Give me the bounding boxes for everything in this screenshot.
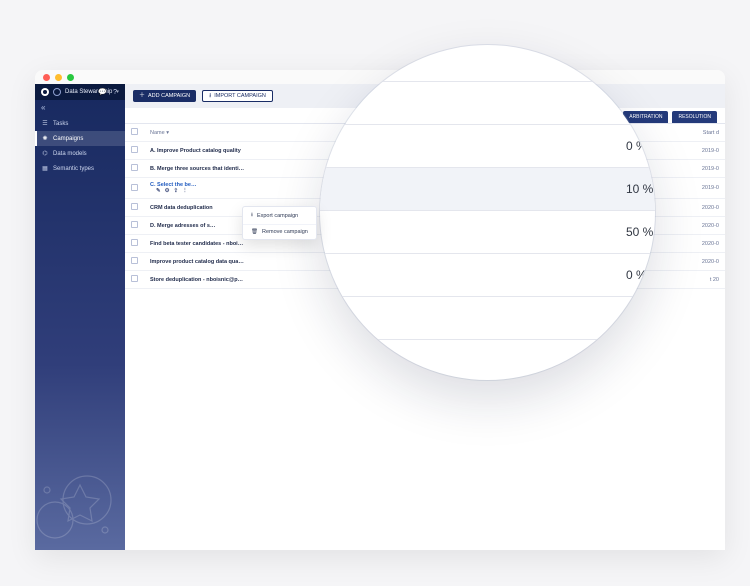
menu-remove-campaign[interactable]: 🗑 Remove campaign — [243, 224, 316, 239]
select-all-checkbox[interactable] — [131, 128, 138, 135]
row-checkbox[interactable] — [131, 203, 138, 210]
lens-table: Progress t catalog0 %endors0 %Vendors10 … — [320, 45, 655, 380]
row-date-cell: 2020-0 — [656, 217, 725, 235]
row-date-cell: 2019-0 — [656, 160, 725, 178]
plus-icon: ＋ — [139, 93, 145, 99]
lens-progress-cell: 0 % — [610, 254, 655, 297]
menu-label: Remove campaign — [262, 229, 308, 235]
lens-progress-cell: 50 % — [610, 340, 655, 381]
magnifier-lens: Progress t catalog0 %endors0 %Vendors10 … — [320, 45, 655, 380]
button-label: ADD CAMPAIGN — [148, 93, 190, 99]
sidebar-item-semantic-types[interactable]: ▦ Semantic types — [35, 161, 125, 176]
download-icon: ⭳ — [209, 93, 211, 99]
lens-row: Demo - Customers50 % — [320, 211, 655, 254]
maximize-window-icon[interactable] — [67, 74, 74, 81]
sidebar-nav: ☰ Tasks ✺ Campaigns ⌬ Data models ▦ Sema… — [35, 114, 125, 176]
tasks-icon: ☰ — [41, 120, 49, 127]
lens-row: Vendors10 % — [320, 168, 655, 211]
import-campaign-button[interactable]: ⭳ IMPORT CAMPAIGN — [202, 90, 273, 102]
row-date-cell: 2019-0 — [656, 142, 725, 160]
row-date-cell: 2020-0 — [656, 235, 725, 253]
row-date-cell: 2020-0 — [656, 253, 725, 271]
sidebar: Data Stewardship ▾ 💬 ? « ☰ Tasks ✺ Campa… — [35, 84, 125, 550]
row-checkbox[interactable] — [131, 257, 138, 264]
minimize-window-icon[interactable] — [55, 74, 62, 81]
lens-name-cell: tore — [320, 254, 610, 297]
row-date-cell: t 20 — [656, 271, 725, 289]
trash-icon: 🗑 — [251, 229, 258, 235]
data-models-icon: ⌬ — [41, 150, 49, 157]
export-icon: ⭳ — [251, 211, 253, 220]
button-label: IMPORT CAMPAIGN — [214, 93, 266, 99]
add-campaign-button[interactable]: ＋ ADD CAMPAIGN — [133, 90, 196, 102]
lens-progress-cell: 0 % — [610, 82, 655, 125]
more-icon[interactable]: ⋮ — [182, 188, 188, 194]
lens-col-progress: Progress — [610, 45, 655, 82]
row-checkbox[interactable] — [131, 164, 138, 171]
help-icon[interactable]: ? — [113, 89, 117, 96]
row-date-cell: 2020-0 — [656, 199, 725, 217]
brand-bar: Data Stewardship ▾ 💬 ? — [35, 84, 125, 100]
lens-name-cell: Vendors — [320, 168, 610, 211]
sidebar-item-label: Tasks — [53, 121, 68, 127]
sidebar-item-data-models[interactable]: ⌬ Data models — [35, 146, 125, 161]
sidebar-item-tasks[interactable]: ☰ Tasks — [35, 116, 125, 131]
lens-progress-cell: 50 % — [610, 297, 655, 340]
edit-icon[interactable]: ✎ — [156, 188, 161, 194]
row-context-menu: ⭳ Export campaign 🗑 Remove campaign — [242, 206, 317, 240]
campaigns-icon: ✺ — [41, 135, 49, 142]
lens-row: tore0 % — [320, 254, 655, 297]
row-checkbox[interactable] — [131, 146, 138, 153]
tab-resolution[interactable]: RESOLUTION — [672, 111, 717, 123]
lens-name-cell: endors — [320, 125, 610, 168]
menu-export-campaign[interactable]: ⭳ Export campaign — [243, 207, 316, 224]
lens-name-cell: o - Customers — [320, 297, 610, 340]
lens-row: endors0 % — [320, 125, 655, 168]
close-window-icon[interactable] — [43, 74, 50, 81]
lens-name-cell: t catalog — [320, 82, 610, 125]
sidebar-item-label: Semantic types — [53, 166, 94, 172]
menu-label: Export campaign — [257, 213, 298, 219]
sidebar-item-label: Campaigns — [53, 136, 83, 142]
col-start-date[interactable]: Start d — [656, 124, 725, 142]
row-checkbox[interactable] — [131, 239, 138, 246]
user-avatar-icon[interactable] — [53, 88, 61, 96]
semantic-types-icon: ▦ — [41, 165, 49, 172]
sidebar-item-campaigns[interactable]: ✺ Campaigns — [35, 131, 125, 146]
settings-icon[interactable]: ⚙ — [165, 188, 170, 194]
chat-icon[interactable]: 💬 — [98, 88, 107, 96]
sidebar-item-label: Data models — [53, 151, 87, 157]
lens-row: duct50 % — [320, 340, 655, 381]
sidebar-decoration — [35, 430, 125, 550]
lens-row: t catalog0 % — [320, 82, 655, 125]
collapse-sidebar-icon[interactable]: « — [41, 103, 45, 112]
row-checkbox[interactable] — [131, 221, 138, 228]
lens-progress-cell: 50 % — [610, 211, 655, 254]
lens-row: o - Customers50 % — [320, 297, 655, 340]
sort-icon: ▾ — [166, 130, 169, 136]
lens-progress-cell: 10 % — [610, 168, 655, 211]
lens-progress-cell: 0 % — [610, 125, 655, 168]
app-logo-icon — [41, 88, 49, 96]
lens-name-cell: duct — [320, 340, 610, 381]
row-checkbox[interactable] — [131, 184, 138, 191]
row-date-cell: 2019-0 — [656, 178, 725, 199]
export-icon[interactable]: ⇪ — [174, 188, 179, 194]
row-checkbox[interactable] — [131, 275, 138, 282]
lens-name-cell: Demo - Customers — [320, 211, 610, 254]
